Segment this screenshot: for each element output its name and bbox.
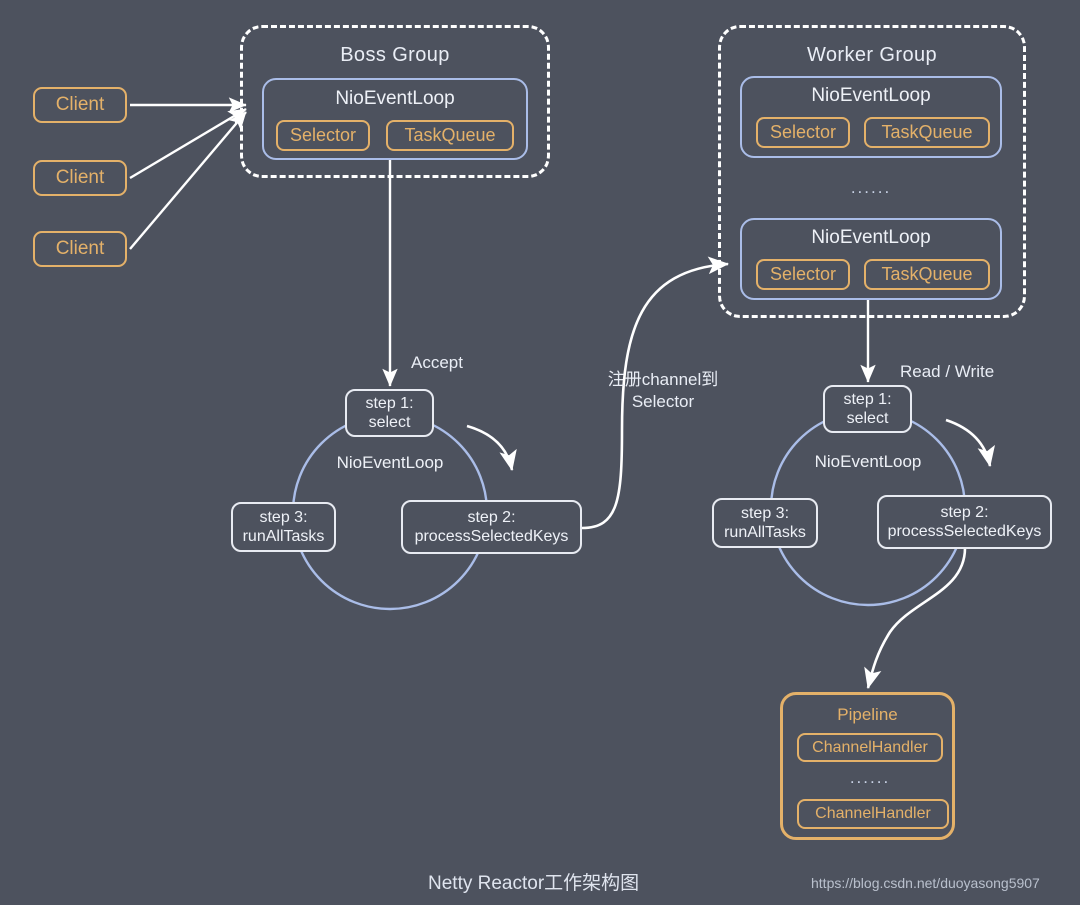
boss-step-1-line1: step 1: <box>365 394 414 412</box>
boss-step-3-line2: runAllTasks <box>242 528 325 545</box>
worker-nioeventloop-box-2[interactable]: NioEventLoop Selector TaskQueue <box>740 218 1002 300</box>
boss-step-2-line1: step 2: <box>467 508 516 526</box>
boss-step-1[interactable]: step 1: select <box>345 389 434 437</box>
worker-nioeventloop-label-2: NioEventLoop <box>811 227 931 248</box>
register-channel-line1: 注册channel到 <box>607 370 719 389</box>
client-box-3[interactable]: Client <box>33 231 127 267</box>
boss-step-3[interactable]: step 3: runAllTasks <box>231 502 336 552</box>
register-channel-label: 注册channel到 Selector <box>603 369 723 413</box>
boss-group-title: Boss Group <box>340 44 450 66</box>
worker-step-3[interactable]: step 3: runAllTasks <box>712 498 818 548</box>
worker-step-3-line1: step 3: <box>740 504 790 522</box>
worker-selector-chip-2[interactable]: Selector <box>756 259 850 290</box>
worker-taskqueue-chip-2[interactable]: TaskQueue <box>864 259 990 290</box>
boss-taskqueue-chip[interactable]: TaskQueue <box>386 120 514 151</box>
worker-loop-name: NioEventLoop <box>814 452 922 471</box>
boss-step-3-line1: step 3: <box>259 508 308 526</box>
pipeline-ellipsis: ...... <box>849 768 891 787</box>
accept-label: Accept <box>411 353 463 372</box>
boss-step-1-line2: select <box>368 414 411 431</box>
worker-step-2-line1: step 2: <box>940 503 989 521</box>
client-box-2[interactable]: Client <box>33 160 127 196</box>
figure-caption: Netty Reactor工作架构图 <box>428 873 640 894</box>
worker-step-1[interactable]: step 1: select <box>823 385 912 433</box>
diagram-canvas: Client Client Client Boss Group NioEvent… <box>0 0 1080 905</box>
boss-loop-name: NioEventLoop <box>336 453 444 472</box>
watermark: https://blog.csdn.net/duoyasong5907 <box>811 875 1040 891</box>
boss-nioeventloop-label: NioEventLoop <box>335 88 455 109</box>
boss-step-2-line2: processSelectedKeys <box>414 528 569 545</box>
boss-selector-chip[interactable]: Selector <box>276 120 370 151</box>
boss-nioeventloop-box[interactable]: NioEventLoop Selector TaskQueue <box>262 78 528 160</box>
worker-step-2-line2: processSelectedKeys <box>887 523 1042 540</box>
boss-step-2[interactable]: step 2: processSelectedKeys <box>401 500 582 554</box>
worker-step-1-line2: select <box>846 410 889 427</box>
worker-group-ellipsis: ...... <box>850 178 892 197</box>
worker-step-3-line2: runAllTasks <box>724 524 806 541</box>
pipeline-title: Pipeline <box>837 705 898 724</box>
pipeline-arrow <box>864 547 967 690</box>
register-channel-line2: Selector <box>631 392 695 412</box>
worker-step-2[interactable]: step 2: processSelectedKeys <box>877 495 1052 549</box>
channel-handler-2[interactable]: ChannelHandler <box>797 799 949 829</box>
worker-nioeventloop-label-1: NioEventLoop <box>811 85 931 106</box>
pipeline-box[interactable]: Pipeline ChannelHandler ...... ChannelHa… <box>780 692 955 840</box>
worker-selector-chip-1[interactable]: Selector <box>756 117 850 148</box>
worker-nioeventloop-box-1[interactable]: NioEventLoop Selector TaskQueue <box>740 76 1002 158</box>
readwrite-label: Read / Write <box>900 362 995 381</box>
worker-taskqueue-chip-1[interactable]: TaskQueue <box>864 117 990 148</box>
worker-group-title: Worker Group <box>806 44 938 66</box>
client-box-1[interactable]: Client <box>33 87 127 123</box>
client-arrows <box>129 97 247 250</box>
worker-step-1-line1: step 1: <box>843 390 892 408</box>
channel-handler-1[interactable]: ChannelHandler <box>797 733 943 762</box>
